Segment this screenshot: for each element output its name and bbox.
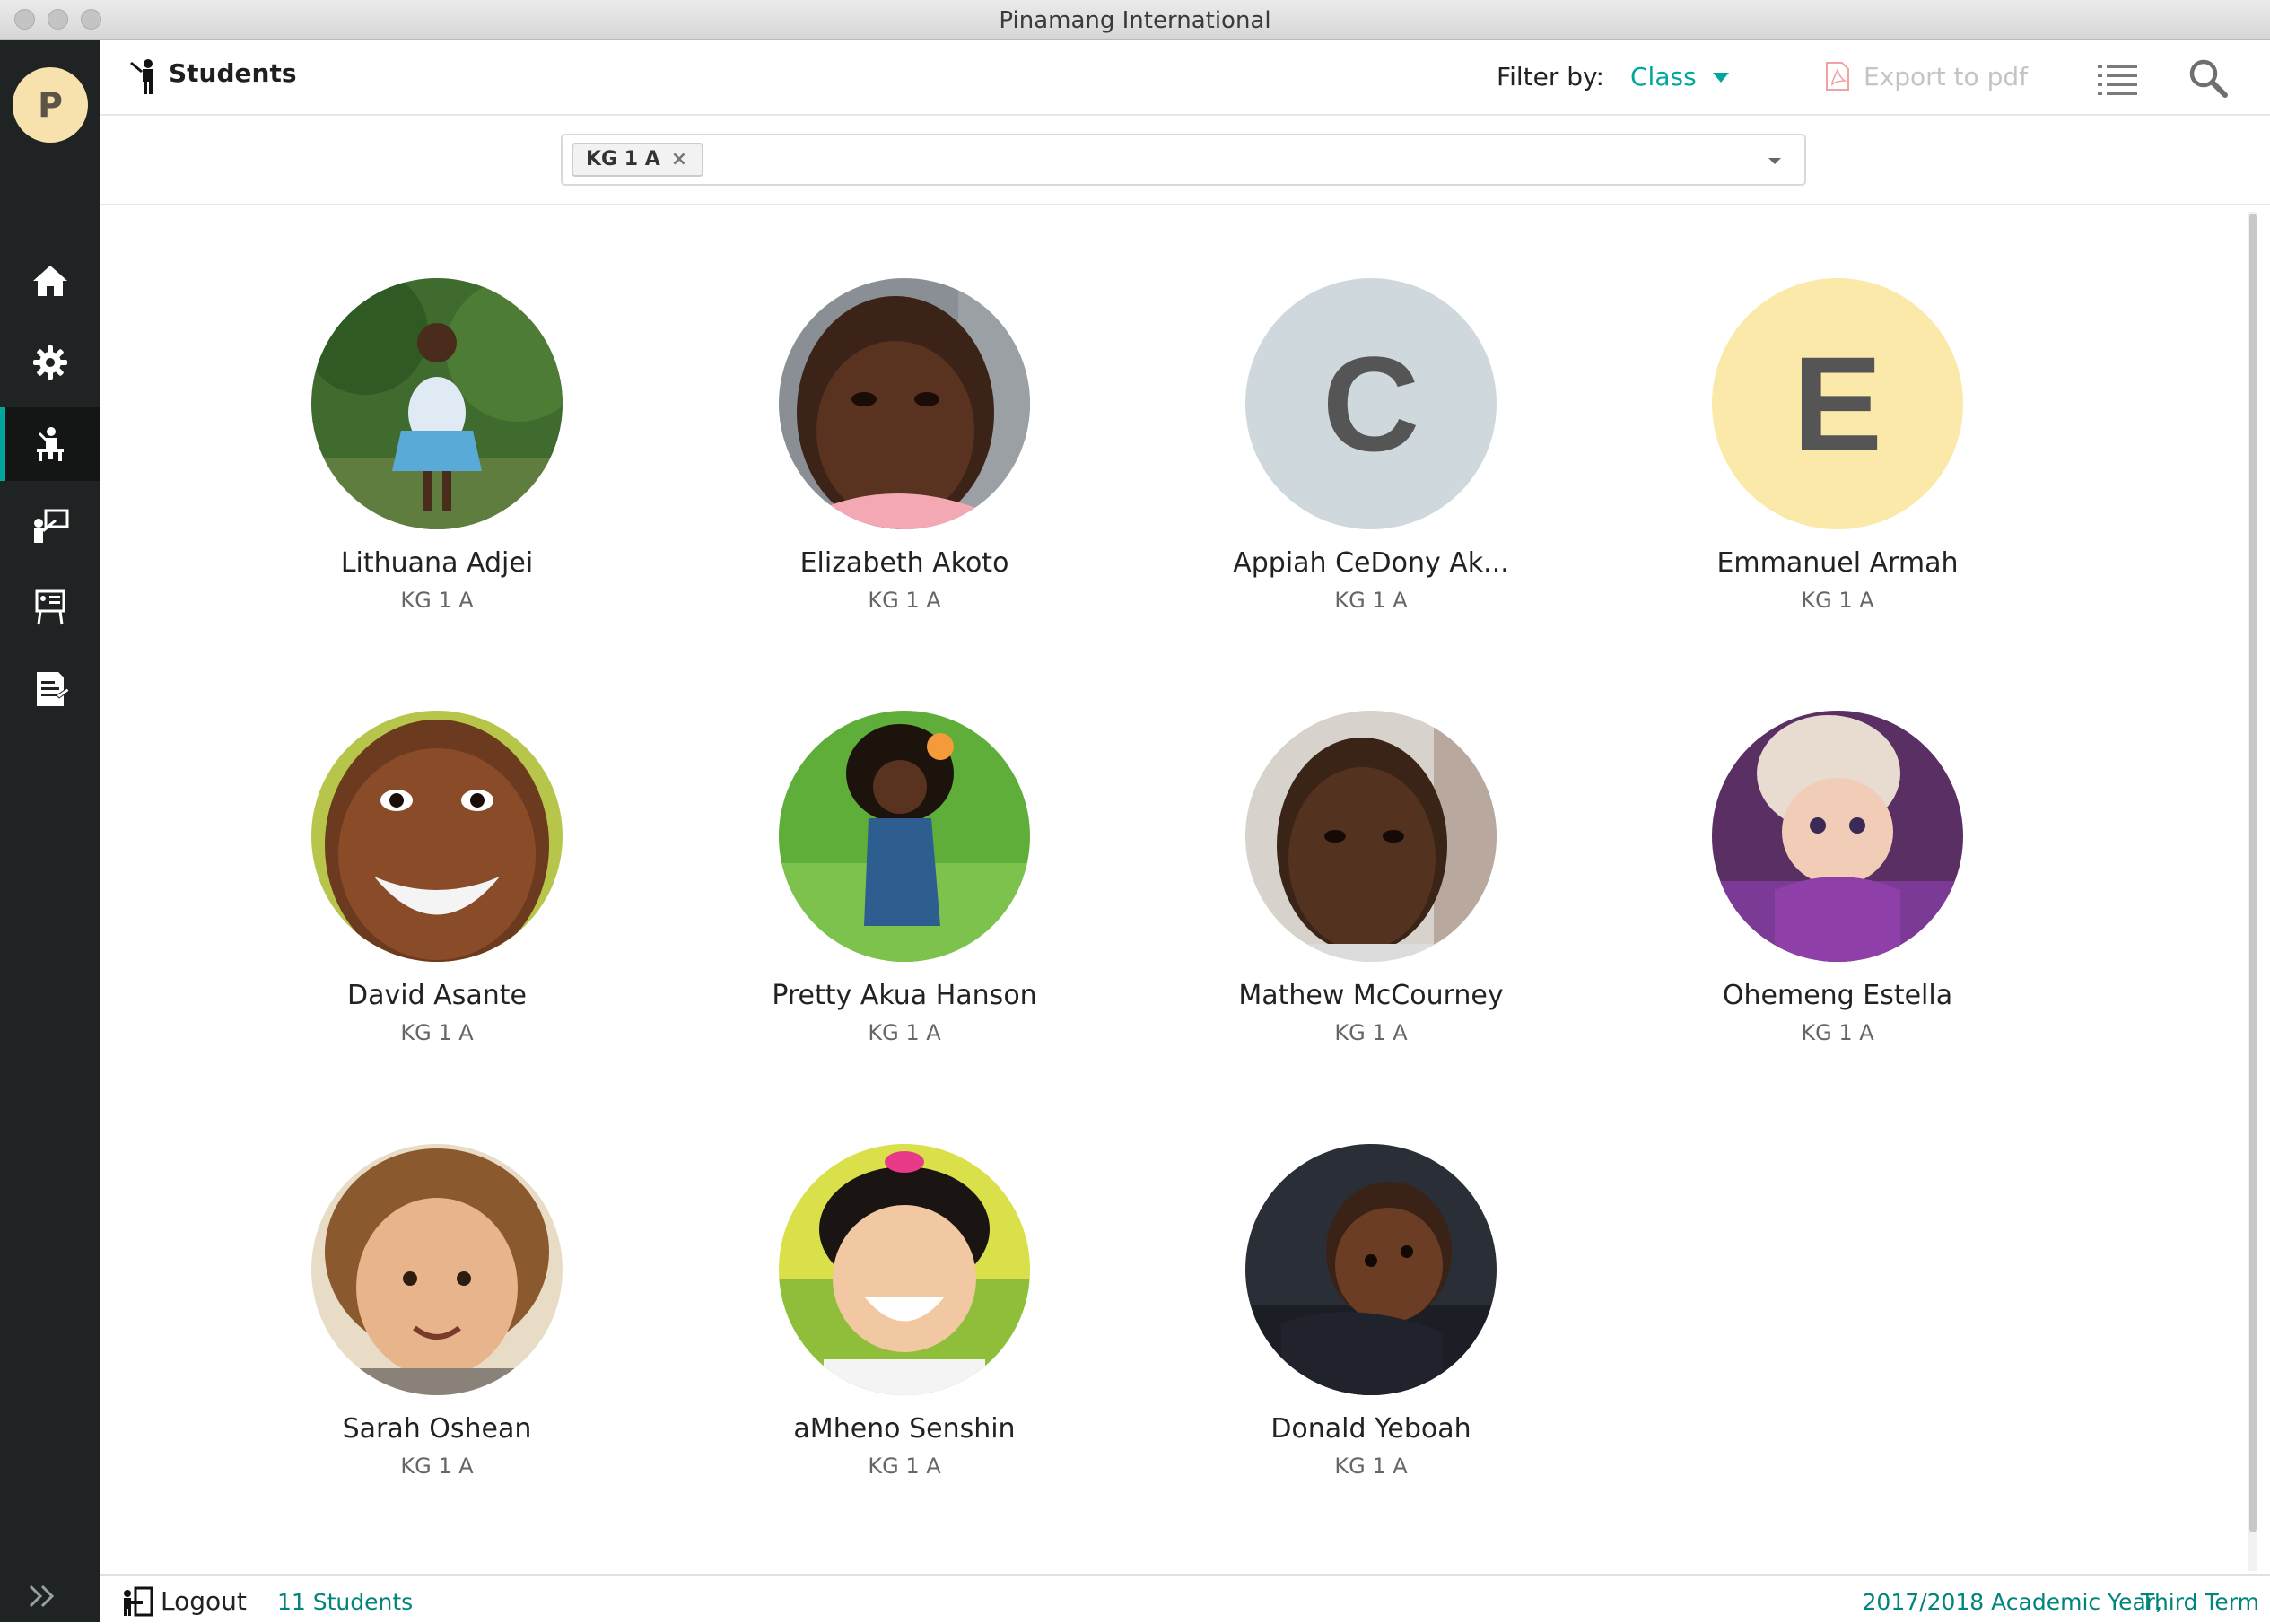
student-name: Elizabeth Akoto [799, 547, 1009, 579]
student-photo [779, 278, 1030, 529]
student-class: KG 1 A [1334, 1020, 1408, 1045]
student-class: KG 1 A [1801, 1020, 1874, 1045]
expand-sidebar-icon[interactable] [25, 1581, 61, 1611]
school-avatar[interactable]: P [13, 67, 88, 143]
gear-icon [32, 345, 67, 380]
student-card[interactable]: Lithuana Adjei KG 1 A [231, 278, 643, 613]
student-card[interactable]: Elizabeth Akoto KG 1 A [698, 278, 1111, 613]
student-photo [1712, 711, 1963, 962]
student-class: KG 1 A [400, 588, 474, 613]
students-icon [36, 427, 64, 461]
class-tag: KG 1 A × [572, 143, 704, 177]
academic-term[interactable]: Third Term [2141, 1589, 2259, 1615]
report-icon [36, 672, 70, 706]
page-header: Students Filter by: Class Export to pdf [100, 40, 2270, 116]
home-icon [32, 266, 67, 296]
student-initial-avatar: E [1712, 278, 1963, 529]
student-card[interactable]: David Asante KG 1 A [231, 711, 643, 1045]
student-photo [311, 1144, 563, 1395]
student-name: aMheno Senshin [793, 1413, 1016, 1445]
student-name: Lithuana Adjei [340, 547, 534, 579]
student-card[interactable]: Pretty Akua Hanson KG 1 A [698, 711, 1111, 1045]
sidebar-item-home[interactable] [0, 244, 100, 318]
student-name: Donald Yeboah [1270, 1413, 1471, 1445]
student-name: Appiah CeDony Ak... [1233, 547, 1509, 579]
student-photo [1245, 1144, 1497, 1395]
student-card[interactable]: C Appiah CeDony Ak... KG 1 A [1165, 278, 1577, 613]
student-class: KG 1 A [868, 1020, 941, 1045]
student-name: David Asante [347, 980, 527, 1011]
student-class: KG 1 A [1334, 588, 1408, 613]
student-card[interactable]: aMheno Senshin KG 1 A [698, 1144, 1111, 1479]
sidebar-item-settings[interactable] [0, 326, 100, 399]
logout-icon[interactable] [119, 1586, 153, 1617]
student-name: Emmanuel Armah [1716, 547, 1959, 579]
logout-button[interactable]: Logout [161, 1586, 247, 1616]
student-grid: Lithuana Adjei KG 1 A Elizabeth Akoto KG… [100, 205, 2235, 1574]
student-class: KG 1 A [1801, 588, 1874, 613]
student-count: 11 Students [277, 1589, 414, 1615]
student-card[interactable]: Donald Yeboah KG 1 A [1165, 1144, 1577, 1479]
status-footer: Logout 11 Students 2017/2018 Academic Ye… [100, 1574, 2270, 1624]
select-dropdown-icon[interactable] [1768, 158, 1781, 164]
filter-dropdown[interactable]: Class [1630, 62, 1697, 92]
remove-tag-icon[interactable]: × [671, 144, 687, 175]
search-icon[interactable] [2187, 57, 2230, 100]
student-name: Mathew McCourney [1238, 980, 1504, 1011]
export-to-pdf-button[interactable]: Export to pdf [1864, 62, 2028, 92]
student-class: KG 1 A [400, 1454, 474, 1479]
student-card[interactable]: Sarah Oshean KG 1 A [231, 1144, 643, 1479]
students-page-icon [130, 59, 153, 94]
student-class: KG 1 A [400, 1020, 474, 1045]
pdf-icon[interactable] [1825, 61, 1850, 92]
academic-year[interactable]: 2017/2018 Academic Year, [1863, 1589, 2162, 1615]
class-filter-bar: KG 1 A × [100, 114, 2270, 205]
teacher-board-icon [33, 509, 68, 543]
page-title: Students [169, 58, 297, 88]
student-photo [311, 278, 563, 529]
student-photo [1245, 711, 1497, 962]
sidebar-item-teachers[interactable] [0, 489, 100, 563]
window-titlebar: Pinamang International [0, 0, 2270, 40]
student-card[interactable]: Ohemeng Estella KG 1 A [1631, 711, 2044, 1045]
student-photo [311, 711, 563, 962]
student-photo [779, 1144, 1030, 1395]
classroom-board-icon [35, 589, 65, 625]
student-initial-avatar: C [1245, 278, 1497, 529]
student-photo [779, 711, 1030, 962]
filter-label: Filter by: [1497, 62, 1604, 92]
class-multiselect[interactable]: KG 1 A × [561, 134, 1806, 186]
student-class: KG 1 A [868, 1454, 941, 1479]
class-tag-label: KG 1 A [586, 148, 660, 170]
sidebar-item-students[interactable] [0, 407, 100, 481]
sidebar-item-reports[interactable] [0, 652, 100, 726]
student-class: KG 1 A [1334, 1454, 1408, 1479]
student-name: Pretty Akua Hanson [772, 980, 1037, 1011]
list-view-icon[interactable] [2096, 58, 2139, 98]
sidebar: P [0, 40, 100, 1622]
sidebar-item-classes[interactable] [0, 571, 100, 644]
chevron-down-icon[interactable] [1713, 73, 1729, 83]
student-class: KG 1 A [868, 588, 941, 613]
window-title: Pinamang International [999, 7, 1271, 34]
scrollbar-thumb[interactable] [2249, 214, 2257, 1532]
student-name: Sarah Oshean [342, 1413, 532, 1445]
student-name: Ohemeng Estella [1722, 980, 1953, 1011]
student-card[interactable]: E Emmanuel Armah KG 1 A [1631, 278, 2044, 613]
student-card[interactable]: Mathew McCourney KG 1 A [1165, 711, 1577, 1045]
